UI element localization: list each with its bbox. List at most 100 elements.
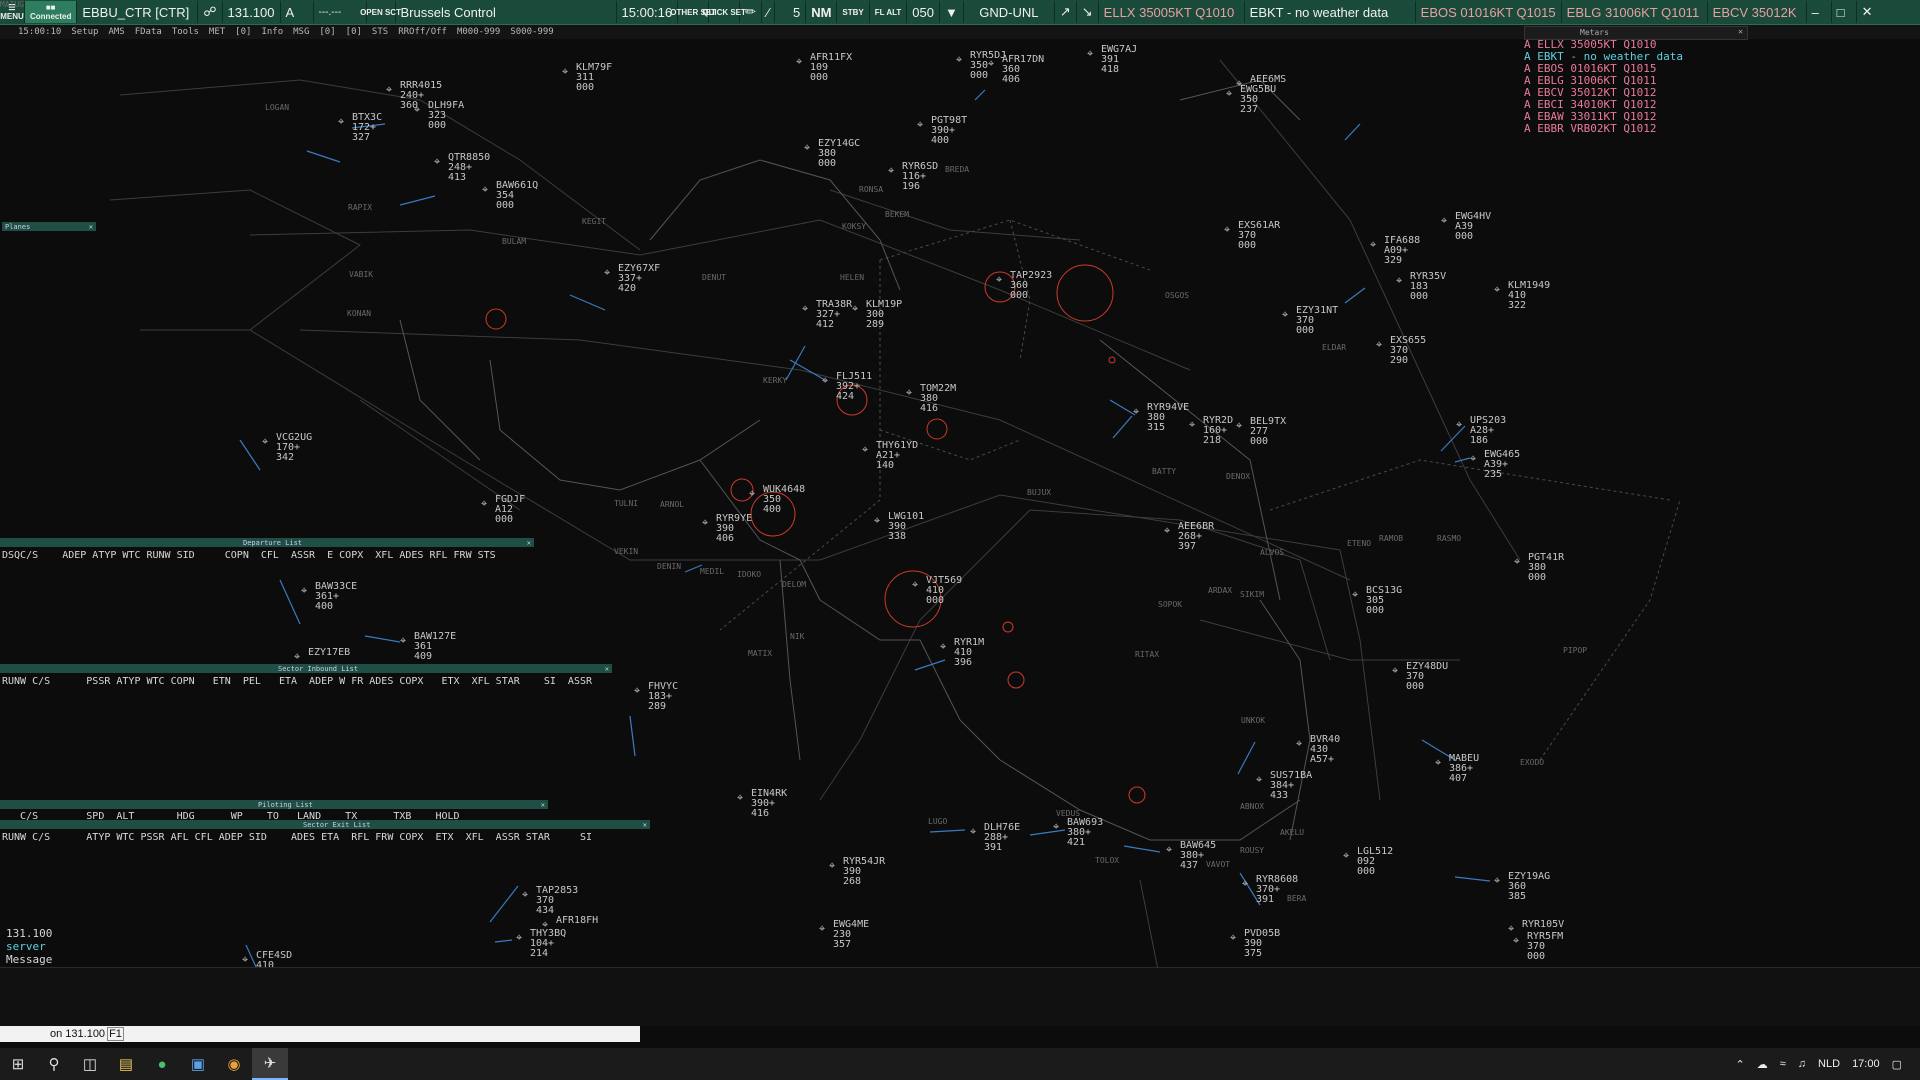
aircraft-position-icon[interactable]: ⌖ xyxy=(1296,738,1302,749)
app-blue-icon[interactable]: ▣ xyxy=(180,1048,216,1080)
aircraft-position-icon[interactable]: ⌖ xyxy=(1396,275,1402,286)
menu-mode-c-filter[interactable]: M000-999 xyxy=(457,27,500,37)
aircraft-position-icon[interactable]: ⌖ xyxy=(386,84,392,95)
aircraft-label[interactable]: ⌖ THY61YD A21+ 140 xyxy=(862,441,918,471)
aircraft-label[interactable]: ⌖ RYR35V 183 000 xyxy=(1396,272,1446,302)
aircraft-label[interactable]: ⌖ KLM19P 300 289 xyxy=(852,300,902,330)
metar-line[interactable]: A EBBR VRB02KT Q1012 xyxy=(1524,123,1683,135)
callsign-display[interactable]: EBBU_CTR [CTR] xyxy=(77,1,199,23)
aircraft-position-icon[interactable]: ⌖ xyxy=(956,54,962,65)
aircraft-position-icon[interactable]: ⌖ xyxy=(749,488,755,499)
aircraft-position-icon[interactable]: ⌖ xyxy=(1133,406,1139,417)
menu-fdata[interactable]: FData xyxy=(135,27,162,37)
aircraft-label[interactable]: ⌖ EZY14GC 380 000 xyxy=(804,139,860,169)
aircraft-position-icon[interactable]: ⌖ xyxy=(482,184,488,195)
aircraft-position-icon[interactable]: ⌖ xyxy=(1494,875,1500,886)
aircraft-position-icon[interactable]: ⌖ xyxy=(301,585,307,596)
aircraft-label[interactable]: ⌖ IFA688 A09+ 329 xyxy=(1370,236,1420,266)
close-icon[interactable]: ✕ xyxy=(89,223,93,231)
aircraft-label[interactable]: ⌖ DLH9FA 323 000 xyxy=(414,101,464,131)
menu-sts[interactable]: STS xyxy=(372,27,388,37)
aircraft-label[interactable]: ⌖ BAW33CE 361+ 400 xyxy=(301,582,357,612)
aircraft-position-icon[interactable]: ⌖ xyxy=(338,116,344,127)
secondary-frequency[interactable]: ---.--- xyxy=(314,1,367,23)
aircraft-label[interactable]: ⌖ EWG7AJ 391 418 xyxy=(1087,45,1137,75)
sector-inbound-list-header[interactable]: Sector Inbound List ✕ xyxy=(0,664,612,673)
aircraft-label[interactable]: ⌖ SUS71BA 384+ 433 xyxy=(1256,771,1312,801)
ruler-icon[interactable]: ✏ xyxy=(740,1,763,23)
notification-icon[interactable]: ▢ xyxy=(1892,1058,1902,1071)
aircraft-position-icon[interactable]: ⌖ xyxy=(262,436,268,447)
aircraft-label[interactable]: ⌖ MABEU 386+ 407 xyxy=(1435,754,1479,784)
menu-info[interactable]: Info xyxy=(261,27,283,37)
draw-line-icon[interactable]: ∕ xyxy=(762,1,776,23)
aircraft-label[interactable]: ⌖ EIN4RK 390+ 416 xyxy=(737,789,787,819)
aircraft-label[interactable]: ⌖ TOM22M 380 416 xyxy=(906,384,956,414)
aircraft-position-icon[interactable]: ⌖ xyxy=(702,517,708,528)
aircraft-position-icon[interactable]: ⌖ xyxy=(970,826,976,837)
aircraft-position-icon[interactable]: ⌖ xyxy=(906,387,912,398)
fl-alt-toggle[interactable]: FL ALT xyxy=(870,1,908,23)
aircraft-label[interactable]: ⌖ RYR5FM 370 000 xyxy=(1513,932,1563,962)
aircraft-label[interactable]: ⌖ KLM79F 311 000 xyxy=(562,63,612,93)
aircraft-label[interactable]: ⌖ RYR9YE 390 406 xyxy=(702,514,752,544)
aircraft-position-icon[interactable]: ⌖ xyxy=(1166,844,1172,855)
metar-ebkt[interactable]: EBKT - no weather data xyxy=(1245,1,1416,23)
aircraft-position-icon[interactable]: ⌖ xyxy=(996,274,1002,285)
minimize-icon[interactable]: – xyxy=(1807,1,1832,23)
aircraft-position-icon[interactable]: ⌖ xyxy=(604,267,610,278)
aircraft-label[interactable]: ⌖ EZY67XF 337+ 420 xyxy=(604,264,660,294)
aircraft-position-icon[interactable]: ⌖ xyxy=(1230,932,1236,943)
aircraft-position-icon[interactable]: ⌖ xyxy=(988,58,994,69)
departure-list-header[interactable]: Departure List ✕ xyxy=(0,538,534,547)
aircraft-position-icon[interactable]: ⌖ xyxy=(874,515,880,526)
aircraft-position-icon[interactable]: ⌖ xyxy=(1256,774,1262,785)
aircraft-position-icon[interactable]: ⌖ xyxy=(888,165,894,176)
aircraft-position-icon[interactable]: ⌖ xyxy=(819,923,825,934)
aircraft-label[interactable]: ⌖ EXS655 370 290 xyxy=(1376,336,1426,366)
menu-count-1[interactable]: [0] xyxy=(235,27,251,37)
aircraft-position-icon[interactable]: ⌖ xyxy=(940,641,946,652)
aircraft-label[interactable]: ⌖ EZY17EB xyxy=(294,648,350,663)
quick-set-button[interactable]: QUICK SET xyxy=(702,1,746,23)
close-icon[interactable]: ✕ xyxy=(643,821,647,829)
close-icon[interactable]: ✕ xyxy=(1857,1,1881,23)
taskbar-clock[interactable]: 17:00 xyxy=(1852,1058,1880,1070)
aircraft-position-icon[interactable]: ⌖ xyxy=(414,104,420,115)
aircraft-label[interactable]: ⌖ FHVYC 183+ 289 xyxy=(634,682,678,712)
aircraft-position-icon[interactable]: ⌖ xyxy=(400,635,406,646)
filter-icon[interactable]: ▼ xyxy=(940,1,964,23)
aircraft-position-icon[interactable]: ⌖ xyxy=(1376,339,1382,350)
transition-level[interactable]: 050 xyxy=(907,1,940,23)
aircraft-position-icon[interactable]: ⌖ xyxy=(1087,48,1093,59)
menu-msg[interactable]: MSG xyxy=(293,27,309,37)
aircraft-label[interactable]: ⌖ RYR105V xyxy=(1508,920,1564,935)
aircraft-position-icon[interactable]: ⌖ xyxy=(737,792,743,803)
aircraft-label[interactable]: ⌖ RYR6SD 116+ 196 xyxy=(888,162,938,192)
command-input[interactable]: F1 xyxy=(107,1027,124,1041)
aircraft-label[interactable]: ⌖ THY3BQ 104+ 214 xyxy=(516,929,566,959)
aircraft-callsign[interactable]: RYR105V xyxy=(1522,920,1564,930)
aircraft-position-icon[interactable]: ⌖ xyxy=(1242,878,1248,889)
maximize-icon[interactable]: □ xyxy=(1832,1,1857,23)
metar-eblg[interactable]: EBLG 31006KT Q1011 xyxy=(1562,1,1708,23)
aircraft-position-icon[interactable]: ⌖ xyxy=(1352,589,1358,600)
menu-mode-s-filter[interactable]: S000-999 xyxy=(510,27,553,37)
aircraft-label[interactable]: ⌖ AEE6BR 268+ 397 xyxy=(1164,522,1214,552)
aircraft-label[interactable]: ⌖ DLH76E 288+ 391 xyxy=(970,823,1020,853)
aircraft-label[interactable]: ⌖ TAP2853 370 434 xyxy=(522,886,578,916)
aircraft-label[interactable]: ⌖ KLM1949 410 322 xyxy=(1494,281,1550,311)
aircraft-label[interactable]: ⌖ PGT98T 390+ 400 xyxy=(917,116,967,146)
aircraft-label[interactable]: ⌖ LWG101 390 338 xyxy=(874,512,924,542)
aircraft-label[interactable]: ⌖ EZY19AG 360 385 xyxy=(1494,872,1550,902)
sector-exit-list-header[interactable]: Sector Exit List ✕ xyxy=(0,820,650,829)
aircraft-position-icon[interactable]: ⌖ xyxy=(1226,88,1232,99)
chrome-icon[interactable]: ◉ xyxy=(216,1048,252,1080)
aircraft-position-icon[interactable]: ⌖ xyxy=(804,142,810,153)
aircraft-label[interactable]: ⌖ BVR40 430 A57+ xyxy=(1296,735,1340,765)
atis-letter[interactable]: A xyxy=(281,1,314,23)
file-explorer-icon[interactable]: ▤ xyxy=(108,1048,144,1080)
aircraft-position-icon[interactable]: ⌖ xyxy=(796,56,802,67)
aircraft-position-icon[interactable]: ⌖ xyxy=(1435,757,1441,768)
volume-icon[interactable]: ♫ xyxy=(1798,1058,1806,1070)
